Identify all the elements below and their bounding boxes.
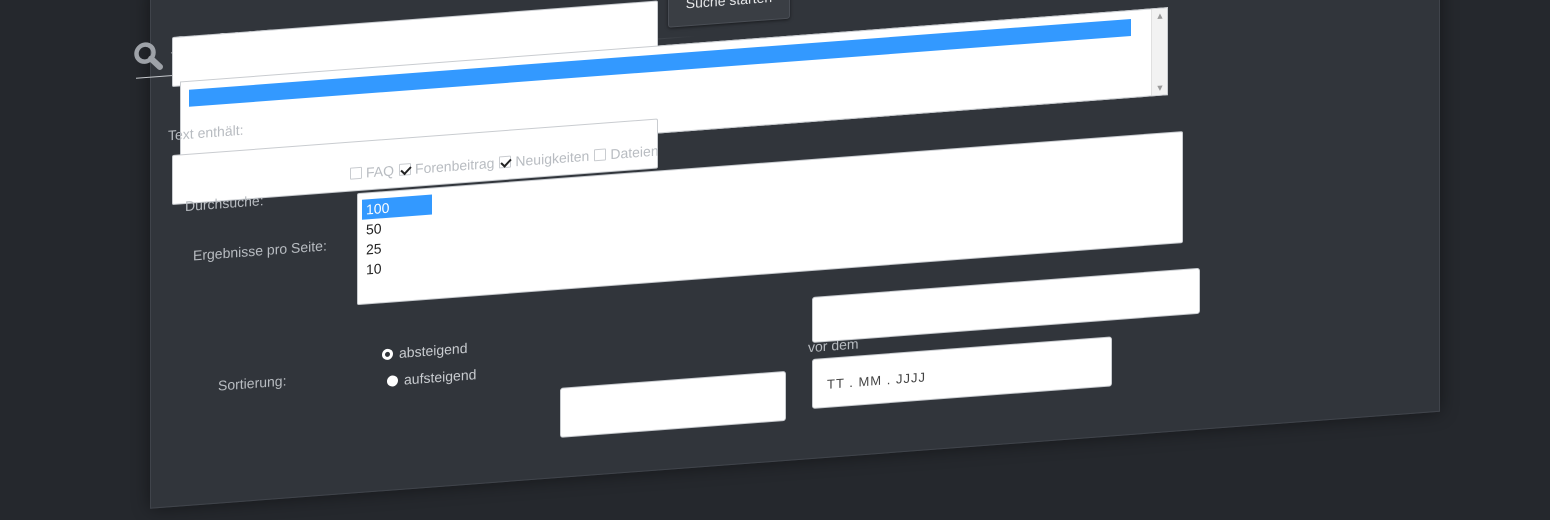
scroll-up-icon[interactable]: ▲ xyxy=(1155,10,1165,21)
checkbox-neuigkeiten-label: Neuigkeiten xyxy=(515,147,590,170)
date-placeholder: TT . MM . JJJJ xyxy=(827,369,926,392)
search-icon xyxy=(132,39,164,73)
checkbox-forenbeitrag-label: Forenbeitrag xyxy=(415,154,495,177)
checkbox-forenbeitrag-box[interactable] xyxy=(399,163,412,176)
checkbox-neuigkeiten-box[interactable] xyxy=(499,155,512,169)
checkbox-faq-label: FAQ xyxy=(366,162,395,181)
search-page: SUCHE Suche starten ▲ ▼ Text enthält: FA… xyxy=(0,0,1550,509)
checkbox-dateien-label: Dateien xyxy=(610,142,659,163)
radio-descending-dot[interactable] xyxy=(382,347,393,360)
scroll-down-icon[interactable]: ▼ xyxy=(1155,82,1165,93)
checkbox-dateien-box[interactable] xyxy=(594,148,607,162)
checkbox-faq[interactable]: FAQ xyxy=(350,162,394,181)
listbox-scrollbar[interactable]: ▲ ▼ xyxy=(1151,8,1167,96)
checkbox-faq-box[interactable] xyxy=(350,166,362,180)
radio-ascending-dot[interactable] xyxy=(387,374,398,387)
checkbox-dateien[interactable]: Dateien xyxy=(594,142,659,163)
